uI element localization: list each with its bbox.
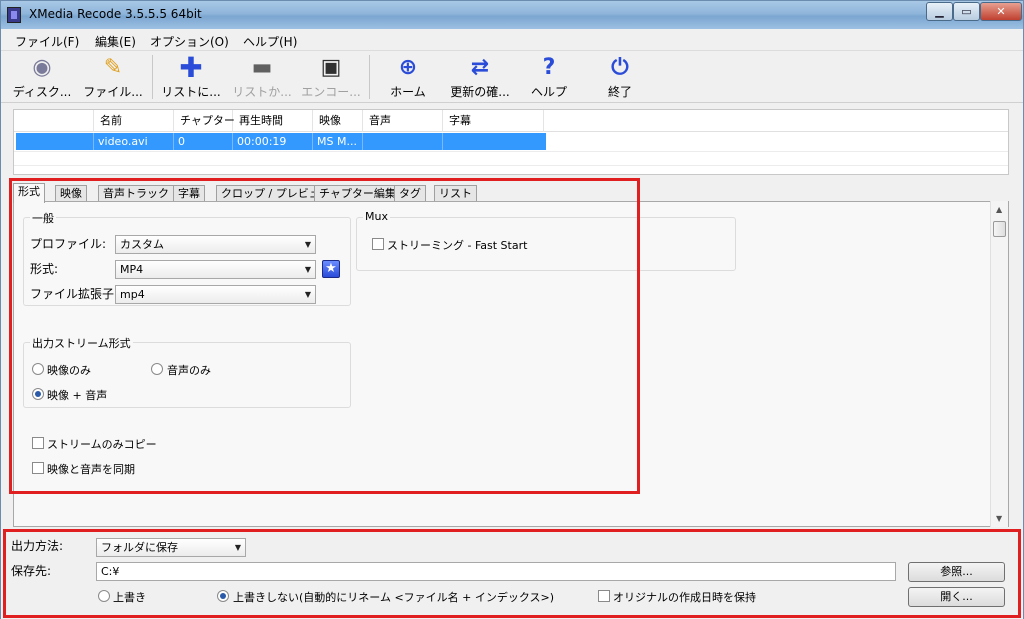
row-cell-duration: 00:00:19 bbox=[233, 133, 313, 150]
highlight-box-format bbox=[9, 178, 640, 494]
open-disc-label: ディスク... bbox=[12, 85, 72, 99]
open-file-button[interactable]: ✎ ファイル... bbox=[79, 53, 147, 101]
file-list-header: 名前 チャプター 再生時間 映像 音声 字幕 bbox=[14, 110, 1008, 132]
column-blank[interactable] bbox=[14, 110, 94, 132]
grid-line bbox=[14, 151, 1008, 152]
remove-from-list-label: リストか... bbox=[232, 85, 292, 99]
minimize-icon: ▁ bbox=[935, 5, 944, 18]
column-chapter[interactable]: チャプター bbox=[174, 110, 235, 132]
column-subtitle[interactable]: 字幕 bbox=[443, 110, 544, 132]
home-label: ホーム bbox=[390, 85, 426, 99]
maximize-icon: ▭ bbox=[961, 5, 972, 18]
title-bar: XMedia Recode 3.5.5.5 64bit ▁ ▭ ✕ bbox=[1, 1, 1023, 29]
scroll-up-icon[interactable]: ▲ bbox=[996, 205, 1002, 214]
panel-scrollbar[interactable]: ▲ ▼ bbox=[990, 201, 1008, 527]
close-icon: ✕ bbox=[996, 5, 1006, 18]
highlight-box-output bbox=[3, 529, 1021, 618]
open-file-label: ファイル... bbox=[83, 85, 143, 99]
scroll-down-icon[interactable]: ▼ bbox=[996, 514, 1002, 523]
add-to-list-button[interactable]: ✚ リストに... bbox=[159, 53, 223, 101]
add-to-list-label: リストに... bbox=[161, 85, 221, 99]
menu-help[interactable]: ヘルプ(H) bbox=[243, 33, 297, 50]
app-window: XMedia Recode 3.5.5.5 64bit ▁ ▭ ✕ ファイル(F… bbox=[0, 0, 1024, 619]
grid-line bbox=[14, 165, 1008, 166]
disc-icon: ◉ bbox=[32, 55, 52, 80]
exit-label: 終了 bbox=[607, 85, 632, 99]
check-update-label: 更新の確... bbox=[450, 85, 510, 99]
globe-icon: ⊕ bbox=[398, 55, 418, 80]
check-update-button[interactable]: ⇄ 更新の確... bbox=[444, 53, 516, 101]
row-cell-audio bbox=[363, 133, 443, 150]
minimize-button[interactable]: ▁ bbox=[926, 2, 953, 21]
column-duration[interactable]: 再生時間 bbox=[233, 110, 313, 132]
table-row[interactable]: video.avi 0 00:00:19 MS M... bbox=[16, 133, 546, 150]
toolbar: ◉ ディスク... ✎ ファイル... ✚ リストに... ▬ リストか... … bbox=[1, 51, 1023, 103]
question-icon: ? bbox=[542, 55, 556, 80]
toolbar-separator bbox=[152, 55, 153, 99]
app-film-icon bbox=[7, 7, 21, 23]
row-cell-name: video.avi bbox=[94, 133, 174, 150]
menu-options[interactable]: オプション(O) bbox=[150, 33, 229, 50]
menu-file[interactable]: ファイル(F) bbox=[15, 33, 79, 50]
help-button[interactable]: ? ヘルプ bbox=[523, 53, 575, 101]
toolbar-separator bbox=[369, 55, 370, 99]
row-cell-video: MS M... bbox=[313, 133, 363, 150]
folder-icon: ✎ bbox=[103, 55, 123, 80]
encode-label: エンコー... bbox=[301, 85, 361, 99]
help-label: ヘルプ bbox=[530, 85, 567, 99]
column-audio[interactable]: 音声 bbox=[363, 110, 443, 132]
film-clapper-icon: ▣ bbox=[320, 55, 342, 80]
encode-button[interactable]: ▣ エンコー... bbox=[299, 53, 363, 101]
open-disc-button[interactable]: ◉ ディスク... bbox=[9, 53, 75, 101]
column-name[interactable]: 名前 bbox=[94, 110, 174, 132]
home-button[interactable]: ⊕ ホーム bbox=[377, 53, 439, 101]
tab-format[interactable]: 形式 bbox=[13, 183, 45, 203]
plus-icon: ✚ bbox=[179, 51, 203, 84]
file-list[interactable]: 名前 チャプター 再生時間 映像 音声 字幕 video.avi 0 00:00… bbox=[13, 109, 1009, 175]
window-title: XMedia Recode 3.5.5.5 64bit bbox=[29, 7, 202, 21]
power-icon: ⏻ bbox=[611, 55, 629, 80]
exit-button[interactable]: ⏻ 終了 bbox=[597, 53, 643, 101]
row-cell-blank bbox=[16, 133, 94, 150]
menu-bar: ファイル(F) 編集(E) オプション(O) ヘルプ(H) bbox=[1, 29, 1023, 51]
menu-edit[interactable]: 編集(E) bbox=[95, 33, 136, 50]
row-cell-chapter: 0 bbox=[174, 133, 233, 150]
refresh-icon: ⇄ bbox=[470, 55, 490, 80]
remove-from-list-button[interactable]: ▬ リストか... bbox=[229, 53, 295, 101]
maximize-button[interactable]: ▭ bbox=[953, 2, 980, 21]
minus-icon: ▬ bbox=[251, 55, 273, 80]
scroll-thumb[interactable] bbox=[993, 221, 1006, 237]
column-video[interactable]: 映像 bbox=[313, 110, 363, 132]
row-cell-subtitle bbox=[443, 133, 546, 150]
close-button[interactable]: ✕ bbox=[980, 2, 1022, 21]
